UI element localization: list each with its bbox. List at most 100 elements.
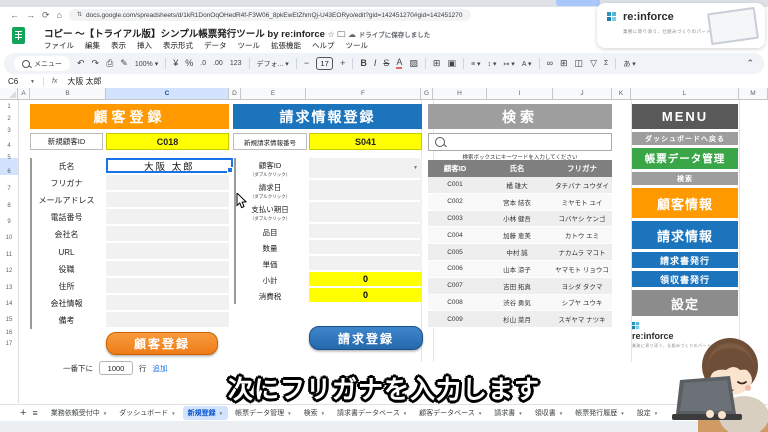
borders-icon[interactable]: ⊞ xyxy=(433,59,441,68)
sheet-tab-9[interactable]: 帳票発行履歴▼ xyxy=(570,406,629,420)
redo-icon[interactable]: ↷ xyxy=(92,59,100,68)
invoice-field-value-2[interactable] xyxy=(309,202,422,222)
column-header-H[interactable]: H xyxy=(433,88,487,100)
sheet-tab-1[interactable]: ダッシュボード▼ xyxy=(114,406,180,420)
search-table-row[interactable]: C001橘 雄大タチバナ ユウダイ xyxy=(428,177,612,194)
sheet-tab-4[interactable]: 検索▼ xyxy=(299,406,330,420)
functions-icon[interactable]: Σ xyxy=(604,60,608,67)
menu-button-7[interactable]: 設定 xyxy=(632,290,738,316)
address-bar[interactable]: ⇅ docs.google.com/spreadsheets/d/1kR1Don… xyxy=(69,9,471,21)
sheet-tab-6[interactable]: 顧客データベース▼ xyxy=(414,406,487,420)
currency-format-icon[interactable]: ¥ xyxy=(173,59,178,68)
tab-menu-caret-icon[interactable]: ▼ xyxy=(478,411,482,416)
customer-field-value-9[interactable] xyxy=(106,312,229,327)
customer-field-value-4[interactable] xyxy=(106,226,229,241)
tab-menu-caret-icon[interactable]: ▼ xyxy=(287,411,291,416)
row-header-15[interactable]: 15 xyxy=(0,314,18,326)
invoice-field-value-7[interactable]: 0 xyxy=(309,288,422,302)
customer-register-button[interactable]: 顧客登録 xyxy=(106,332,218,355)
column-header-E[interactable]: E xyxy=(241,88,306,100)
column-header-L[interactable]: L xyxy=(631,88,739,100)
tab-menu-caret-icon[interactable]: ▼ xyxy=(559,411,563,416)
search-table-row[interactable]: C003小林 健吾コバヤシ ケンゴ xyxy=(428,211,612,228)
row-header-8[interactable]: 8 xyxy=(0,200,18,212)
row-header-9[interactable]: 9 xyxy=(0,216,18,228)
row-header-2[interactable]: 2 xyxy=(0,113,18,125)
invoice-id-value[interactable]: S041 xyxy=(309,133,422,150)
menu-button-3[interactable]: 顧客情報 xyxy=(632,188,738,218)
add-sheet-icon[interactable]: + xyxy=(20,407,26,419)
name-box-caret-icon[interactable]: ▼ xyxy=(30,79,35,85)
column-header-D[interactable]: D xyxy=(229,88,241,100)
forward-icon[interactable]: → xyxy=(26,11,35,20)
insert-link-icon[interactable]: ∞ xyxy=(547,59,553,68)
column-header-J[interactable]: J xyxy=(553,88,612,100)
vertical-align-icon[interactable]: ↕ ▾ xyxy=(488,60,497,68)
customer-field-value-1[interactable] xyxy=(106,175,229,190)
filter-icon[interactable]: ▽ xyxy=(590,59,597,68)
rows-count-input[interactable]: 1000 xyxy=(99,361,133,375)
customer-field-value-3[interactable] xyxy=(106,209,229,224)
menu-button-5[interactable]: 請求書発行 xyxy=(632,252,738,268)
row-header-7[interactable]: 7 xyxy=(0,183,18,195)
invoice-field-value-5[interactable] xyxy=(309,256,422,270)
column-header-G[interactable]: G xyxy=(421,88,433,100)
name-box[interactable]: C6 xyxy=(8,77,30,86)
text-rotation-icon[interactable]: A ▾ xyxy=(522,60,532,68)
tab-menu-caret-icon[interactable]: ▼ xyxy=(321,411,325,416)
search-table-row[interactable]: C008渋谷 勇気シブヤ ユウキ xyxy=(428,295,612,312)
invoice-field-value-1[interactable] xyxy=(309,180,422,200)
select-all-corner[interactable] xyxy=(0,88,18,100)
menu-0[interactable]: ファイル xyxy=(44,40,74,51)
collapse-toolbar-icon[interactable]: ⌃ xyxy=(746,59,754,68)
sheet-tab-2[interactable]: 新規登録▼ xyxy=(183,406,228,420)
tab-menu-caret-icon[interactable]: ▼ xyxy=(103,411,107,416)
formula-input[interactable]: 大阪 太郎 xyxy=(67,76,101,87)
horizontal-align-icon[interactable]: ≡ ▾ xyxy=(471,60,481,68)
font-select[interactable]: デフォ... ▾ xyxy=(257,59,289,69)
invoice-field-value-3[interactable] xyxy=(309,224,422,238)
browser-tab[interactable] xyxy=(556,0,600,6)
column-header-I[interactable]: I xyxy=(487,88,553,100)
row-header-11[interactable]: 11 xyxy=(0,249,18,261)
insert-comment-icon[interactable]: ⊞ xyxy=(560,59,568,68)
menu-3[interactable]: 挿入 xyxy=(137,40,152,51)
invoice-field-value-0[interactable]: ▼ xyxy=(309,158,422,178)
decrease-font-icon[interactable]: − xyxy=(304,59,309,68)
sheet-tab-7[interactable]: 請求書▼ xyxy=(489,406,527,420)
row-header-10[interactable]: 10 xyxy=(0,232,18,244)
column-header-C[interactable]: C xyxy=(106,88,229,100)
column-header-F[interactable]: F xyxy=(306,88,421,100)
menu-4[interactable]: 表示形式 xyxy=(163,40,193,51)
menu-button-1[interactable]: 帳票データ管理 xyxy=(632,148,738,169)
sheet-tab-8[interactable]: 領収書▼ xyxy=(530,406,568,420)
column-header-A[interactable]: A xyxy=(18,88,30,100)
row-header-1[interactable]: 1 xyxy=(0,101,18,113)
home-icon[interactable]: ⌂ xyxy=(57,11,62,20)
menu-button-2[interactable]: 検索 xyxy=(632,172,738,185)
column-header-B[interactable]: B xyxy=(30,88,106,100)
merge-cells-icon[interactable]: ▣ xyxy=(447,59,456,68)
menu-6[interactable]: ツール xyxy=(238,40,261,51)
row-header-17[interactable]: 17 xyxy=(0,338,18,350)
percent-format-icon[interactable]: % xyxy=(185,59,193,68)
dropdown-caret-icon[interactable]: ▼ xyxy=(413,165,418,171)
text-color-icon[interactable]: A xyxy=(396,58,402,69)
sheets-logo-icon[interactable] xyxy=(12,27,25,44)
print-icon[interactable]: ⎙ xyxy=(106,59,113,68)
invoice-field-value-6[interactable]: 0 xyxy=(309,272,422,286)
column-header-M[interactable]: M xyxy=(739,88,768,100)
column-header-K[interactable]: K xyxy=(612,88,631,100)
sheet-tab-3[interactable]: 帳票データ管理▼ xyxy=(230,406,296,420)
menu-5[interactable]: データ xyxy=(204,40,227,51)
customer-field-value-5[interactable] xyxy=(106,243,229,258)
menu-7[interactable]: 拡張機能 xyxy=(271,40,301,51)
menu-button-6[interactable]: 領収書発行 xyxy=(632,271,738,287)
fill-color-icon[interactable]: ▨ xyxy=(409,59,418,68)
menu-9[interactable]: ツール xyxy=(346,40,369,51)
search-table-row[interactable]: C006山本 涼子ヤマモト リョウコ xyxy=(428,261,612,278)
search-table-row[interactable]: C004加藤 恵美カトウ エミ xyxy=(428,227,612,244)
search-table-row[interactable]: C009杉山 菜月スギヤマ ナツキ xyxy=(428,311,612,328)
customer-field-value-2[interactable] xyxy=(106,192,229,207)
back-icon[interactable]: ← xyxy=(10,11,19,20)
